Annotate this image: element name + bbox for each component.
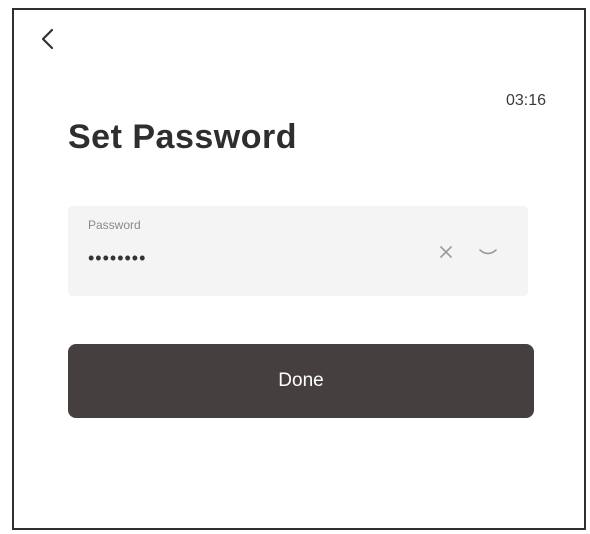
done-button[interactable]: Done xyxy=(68,344,534,418)
chevron-left-icon[interactable] xyxy=(36,24,60,54)
close-icon[interactable] xyxy=(436,242,456,262)
password-field-label: Password xyxy=(88,218,141,232)
page-title: Set Password xyxy=(68,118,297,156)
password-field[interactable]: Password xyxy=(68,206,528,296)
eye-closed-icon[interactable] xyxy=(476,242,500,262)
password-input[interactable] xyxy=(86,244,390,272)
screen-frame: 03:16 Set Password Password Done xyxy=(12,8,586,530)
countdown-timer: 03:16 xyxy=(505,92,546,109)
